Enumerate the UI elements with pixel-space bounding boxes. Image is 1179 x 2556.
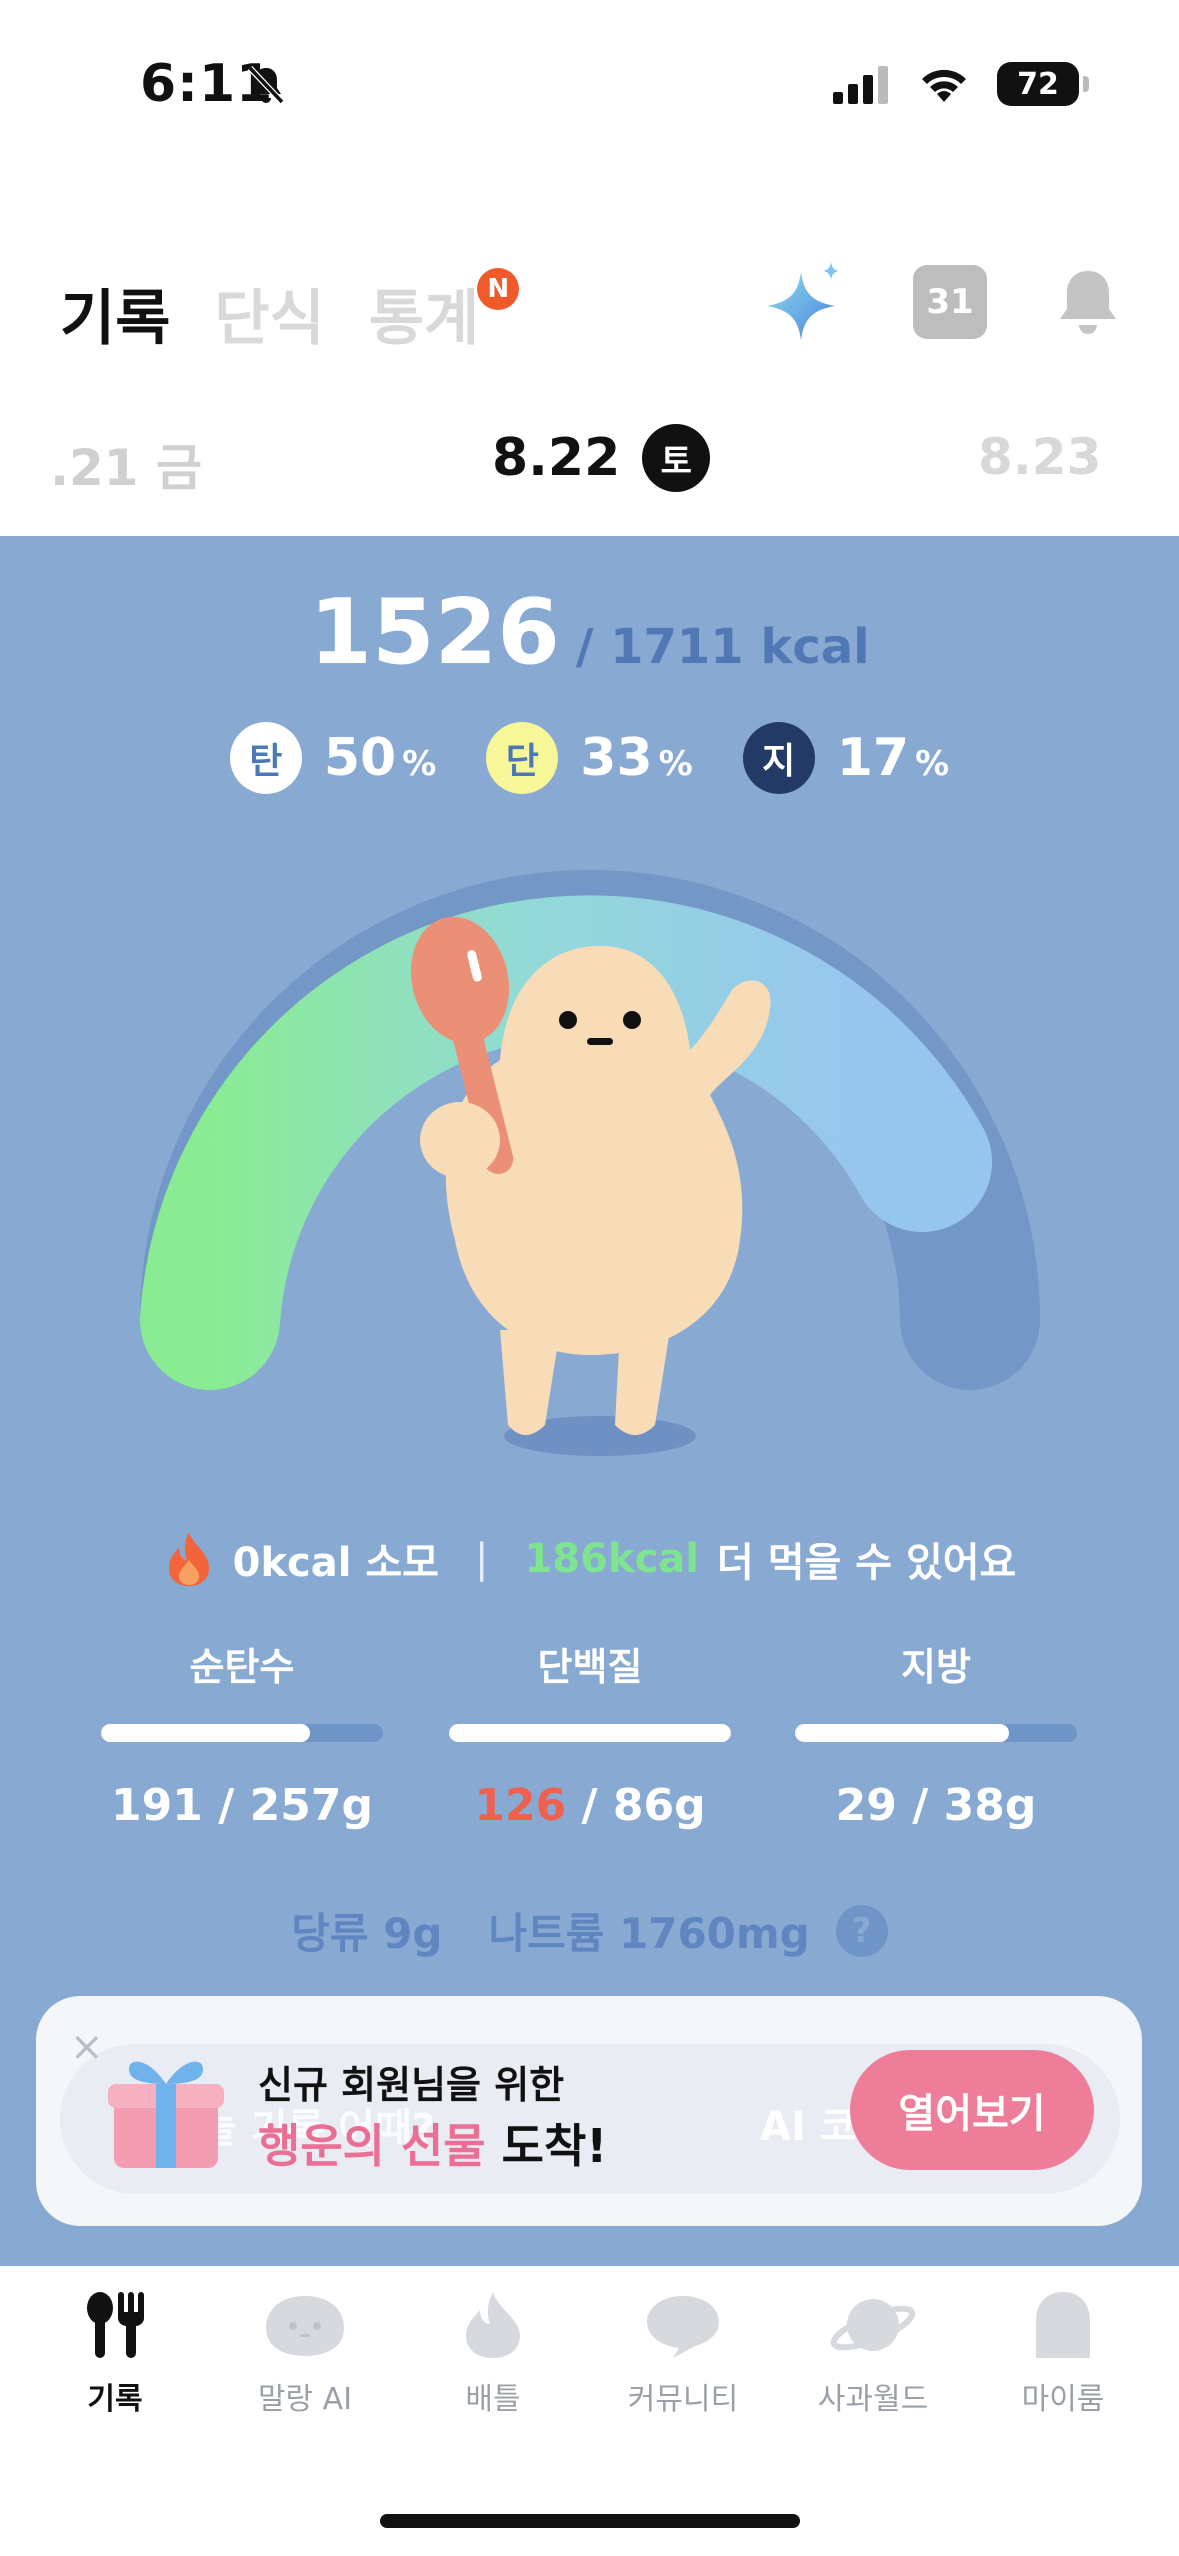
macro-protein-badge: 단 <box>486 722 559 794</box>
extra-nutrients-row: 당류 9g 나트륨 1760mg ? <box>0 1900 1179 1961</box>
battery-level: 72 <box>1017 66 1059 102</box>
flame-icon <box>168 1532 209 1586</box>
nutrient-value-carb: 191 / 257g <box>92 1780 392 1831</box>
nav-community[interactable]: 커뮤니티 <box>588 2290 778 2418</box>
macro-fat-unit: % <box>915 744 950 784</box>
macro-protein-value: 33 <box>580 728 653 788</box>
bell-icon[interactable] <box>1057 267 1119 337</box>
kcal-summary: 1526 / 1711 kcal <box>0 580 1179 685</box>
remaining-kcal: 186kcal <box>524 1536 699 1582</box>
date-current[interactable]: 8.22 토 <box>492 424 711 492</box>
macro-fat-value: 17 <box>836 728 910 788</box>
promo-title: 신규 회원님을 위한 <box>258 2063 565 2107</box>
nutrient-bar-protein <box>449 1724 731 1742</box>
nutrient-bar-fill <box>101 1724 310 1742</box>
nutrient-label-fat: 지방 <box>901 1645 971 1689</box>
open-gift-button[interactable]: 열어보기 <box>850 2050 1094 2170</box>
wifi-icon <box>922 69 966 102</box>
character-face-icon <box>266 2296 344 2356</box>
battery-icon: 72 <box>997 62 1089 106</box>
nutrient-current: 126 <box>474 1780 567 1831</box>
macro-protein-unit: % <box>658 744 693 784</box>
date-current-text: 8.22 <box>492 428 621 488</box>
nutrient-label-carb: 순탄수 <box>189 1645 295 1689</box>
date-prev[interactable]: .21 금 <box>50 428 202 500</box>
planet-icon <box>830 2299 916 2351</box>
nutrient-value-fat: 29 / 38g <box>786 1780 1086 1831</box>
signal-icon <box>833 66 888 104</box>
macro-carb-badge: 탄 <box>229 722 302 794</box>
date-next[interactable]: 8.23 <box>978 428 1101 486</box>
macro-ratio-row: 탄 50% 단 33% 지 17% <box>0 722 1179 794</box>
sugar-value: 당류 9g <box>291 1909 443 1958</box>
macro-fat-badge: 지 <box>742 722 815 794</box>
nav-label: 커뮤니티 <box>627 2382 739 2417</box>
macro-carb-pct: 50% <box>324 728 436 788</box>
fork-knife-icon <box>87 2292 144 2358</box>
nutrient-goal: / 257g <box>218 1780 373 1831</box>
nav-label: 기록 <box>87 2382 143 2417</box>
calendar-icon[interactable]: 31 <box>913 265 987 339</box>
home-indicator <box>380 2514 800 2528</box>
nutrient-goal: / 38g <box>912 1780 1037 1831</box>
nav-label: 배틀 <box>465 2382 521 2417</box>
nutrient-label-protein: 단백질 <box>537 1645 643 1689</box>
nutrient-bar-fill <box>795 1724 1010 1742</box>
nav-ai[interactable]: 말랑 AI <box>210 2290 400 2418</box>
divider: | <box>474 1536 489 1582</box>
calorie-gauge <box>140 870 1040 1456</box>
sodium-value: 나트륨 1760mg <box>488 1909 810 1958</box>
nav-battle[interactable]: 배틀 <box>398 2290 588 2418</box>
nav-record[interactable]: 기록 <box>20 2290 210 2418</box>
kcal-current: 1526 <box>309 580 560 685</box>
nutrient-goal: / 86g <box>581 1780 706 1831</box>
help-icon[interactable]: ? <box>835 1904 888 1957</box>
tab-record[interactable]: 기록 <box>60 270 170 357</box>
flame-icon <box>466 2292 520 2358</box>
nav-my-room[interactable]: 마이룸 <box>968 2290 1158 2418</box>
nutrient-value-protein: 126 / 86g <box>440 1780 740 1831</box>
close-icon[interactable]: × <box>70 2024 104 2070</box>
burned-kcal: 0kcal 소모 <box>232 1540 439 1586</box>
tab-stats-label: 통계 <box>368 284 480 354</box>
macro-carb-value: 50 <box>323 728 397 788</box>
sparkle-ai-icon[interactable] <box>767 262 843 342</box>
promo-ghost-text-right: AI 코 <box>760 2104 857 2150</box>
nav-apple-world[interactable]: 사과월드 <box>778 2290 968 2418</box>
nutrient-current: 29 <box>835 1780 897 1831</box>
chat-bubble-icon <box>647 2296 719 2358</box>
ghost-room-icon <box>1036 2292 1090 2358</box>
macro-protein-pct: 33% <box>580 728 692 788</box>
header-actions: 31 <box>767 262 1119 342</box>
calorie-burn-row: 0kcal 소모 | 186kcal 더 먹을 수 있어요 <box>0 1530 1179 1588</box>
promo-subtitle: 행운의 선물 도착! <box>258 2110 607 2176</box>
tab-fasting[interactable]: 단식 <box>214 270 324 357</box>
nav-label: 사과월드 <box>817 2382 929 2417</box>
gift-box-icon <box>108 2061 224 2168</box>
silent-bell-icon <box>247 65 285 105</box>
remaining-suffix: 더 먹을 수 있어요 <box>716 1540 1017 1586</box>
nav-label: 마이룸 <box>1021 2382 1105 2417</box>
nutrient-bar-fill <box>449 1724 731 1742</box>
kcal-goal: / 1711 kcal <box>575 619 870 675</box>
day-of-week-badge: 토 <box>642 424 711 492</box>
macro-carb-unit: % <box>402 744 437 784</box>
new-badge: N <box>477 268 520 310</box>
macro-carb: 탄 50% <box>229 722 436 794</box>
nutrient-current: 191 <box>111 1780 203 1831</box>
nutrient-bar-fat <box>795 1724 1077 1742</box>
macro-fat-pct: 17% <box>837 728 949 788</box>
tab-stats[interactable]: 통계 N <box>368 268 520 357</box>
promo-subtitle-rest: 도착! <box>485 2119 608 2173</box>
nav-label: 말랑 AI <box>257 2382 353 2417</box>
nutrient-bar-carb <box>101 1724 383 1742</box>
macro-protein: 단 33% <box>486 722 693 794</box>
macro-fat: 지 17% <box>742 722 949 794</box>
promo-highlight: 행운의 선물 <box>258 2119 486 2173</box>
status-indicators: 72 <box>833 62 1089 106</box>
header-tabs: 기록 단식 통계 N <box>60 268 520 357</box>
calendar-day: 31 <box>926 282 974 322</box>
